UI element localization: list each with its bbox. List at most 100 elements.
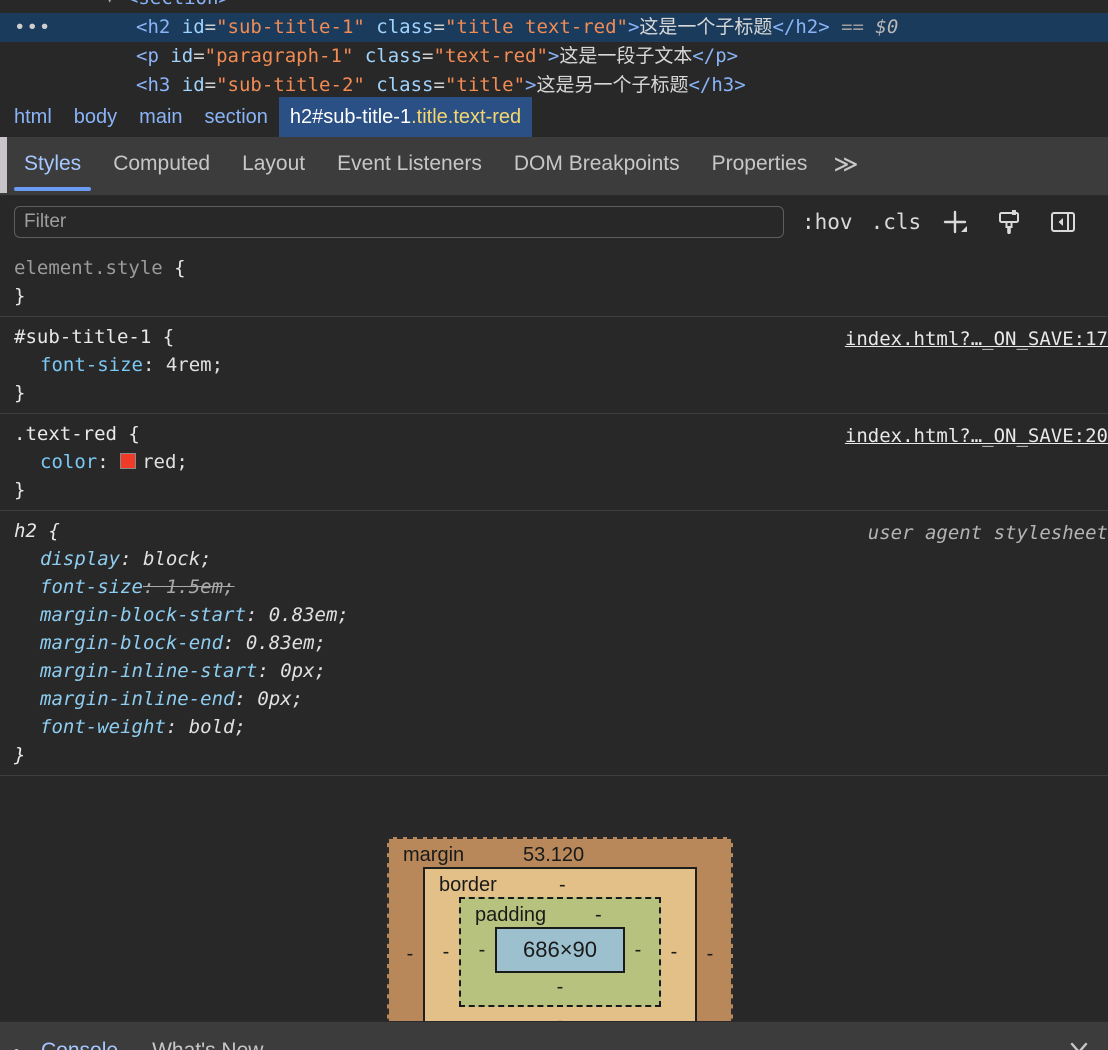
- border-left-value[interactable]: -: [433, 941, 459, 964]
- console-drawer[interactable]: Console What's New: [0, 1021, 1108, 1050]
- hov-button[interactable]: :hov: [802, 210, 853, 234]
- box-model-content[interactable]: 686×90: [495, 927, 625, 973]
- styles-toolbar[interactable]: :hov .cls: [0, 196, 1108, 249]
- breadcrumb-tag: h2: [289, 105, 313, 128]
- style-source-link[interactable]: index.html?…_ON_SAVE:20: [845, 422, 1108, 450]
- breadcrumb-classes: .title.text-red: [411, 105, 522, 128]
- css-property-name[interactable]: font-size: [14, 573, 143, 601]
- css-property-name[interactable]: margin-inline-end: [14, 685, 234, 713]
- box-model-pane: margin 53.120 - border - - padding - - 6…: [0, 803, 1108, 1021]
- box-model-padding[interactable]: padding - - 686×90 - -: [459, 897, 661, 1007]
- dom-node-row[interactable]: <h2 id="sub-title-1" class="title text-r…: [0, 13, 1108, 42]
- dom-node-text: <h2 id="sub-title-1" class="title text-r…: [136, 16, 899, 38]
- tab-dom-breakpoints[interactable]: DOM Breakpoints: [498, 137, 696, 191]
- tab-overflow-chevron-icon[interactable]: ≫: [823, 137, 866, 191]
- breadcrumb-item-body[interactable]: body: [63, 97, 128, 137]
- box-model-border[interactable]: border - - padding - - 686×90 - - - -: [423, 867, 697, 1021]
- css-property-value[interactable]: 4rem;: [166, 354, 223, 376]
- breadcrumb-item-main[interactable]: main: [128, 97, 193, 137]
- tabbar-scroll-strip[interactable]: [0, 137, 7, 193]
- style-rule[interactable]: h2 {display: block; font-size: 1.5em; marg…: [0, 511, 1108, 776]
- paint-brush-icon[interactable]: [989, 202, 1029, 242]
- dom-node-text: <h3 id="sub-title-2" class="title">这是另一个…: [136, 74, 746, 96]
- filter-input[interactable]: [14, 206, 784, 238]
- css-declaration[interactable]: font-weight: bold;: [14, 713, 1108, 741]
- css-declaration[interactable]: color: red;: [14, 448, 1108, 476]
- css-property-name[interactable]: margin-block-start: [14, 601, 246, 629]
- breadcrumb-item-section[interactable]: section: [194, 97, 279, 137]
- css-property-value[interactable]: 1.5em;: [166, 576, 235, 598]
- margin-left-value[interactable]: -: [397, 943, 423, 966]
- padding-right-value[interactable]: -: [625, 939, 651, 962]
- breadcrumb-item-html[interactable]: html: [0, 97, 63, 137]
- css-property-value[interactable]: 0px;: [257, 688, 303, 710]
- border-top-value[interactable]: -: [559, 874, 566, 897]
- css-declaration[interactable]: margin-block-end: 0.83em;: [14, 629, 1108, 657]
- toggle-sidebar-icon[interactable]: [1043, 202, 1083, 242]
- style-rule-close-brace: }: [14, 744, 26, 766]
- breadcrumb-id: #sub-title-1: [312, 105, 412, 128]
- breadcrumb-item-active[interactable]: h2 #sub-title-1 .title.text-red: [278, 97, 533, 137]
- css-property-name[interactable]: font-size: [14, 351, 143, 379]
- css-property-value[interactable]: 0.83em;: [269, 604, 349, 626]
- css-property-name[interactable]: margin-inline-start: [14, 657, 257, 685]
- style-rule-close-brace: }: [14, 479, 26, 501]
- tab-layout[interactable]: Layout: [226, 137, 321, 191]
- margin-right-value[interactable]: -: [697, 943, 723, 966]
- tab-computed[interactable]: Computed: [97, 137, 226, 191]
- css-property-value[interactable]: 0.83em;: [246, 632, 326, 654]
- drawer-tab-whats-new[interactable]: What's New: [152, 1039, 263, 1050]
- border-bottom-value[interactable]: -: [433, 1007, 687, 1021]
- drawer-tab-console[interactable]: Console: [41, 1039, 118, 1050]
- sidebar-pane-tabbar[interactable]: Styles Computed Layout Event Listeners DOM B…: [0, 137, 1108, 196]
- tab-properties[interactable]: Properties: [696, 137, 824, 191]
- padding-bottom-value[interactable]: -: [469, 973, 651, 1005]
- breadcrumb[interactable]: html body main section h2 #sub-title-1 .title.…: [0, 97, 1108, 137]
- content-size-value: 686×90: [522, 937, 598, 962]
- style-rule[interactable]: .text-red {color: red;} index.html?…_ON_S…: [0, 414, 1108, 511]
- box-model-diagram[interactable]: margin 53.120 - border - - padding - - 6…: [387, 837, 733, 1021]
- css-property-value[interactable]: red;: [142, 451, 188, 473]
- css-property-value[interactable]: bold;: [189, 716, 246, 738]
- margin-top-value[interactable]: 53.120: [523, 844, 584, 867]
- css-property-name[interactable]: margin-block-end: [14, 629, 223, 657]
- devtools-window: ▾ <section> <h2 id="sub-title-1" class="t…: [0, 0, 1108, 1050]
- style-rule[interactable]: #sub-title-1 {font-size: 4rem;} index.htm…: [0, 317, 1108, 414]
- css-declaration[interactable]: font-size: 4rem;: [14, 351, 1108, 379]
- dom-node-row[interactable]: <p id="paragraph-1" class="text-red">这是一…: [0, 42, 1108, 71]
- styles-rule-list[interactable]: element.style {} #sub-title-1 {font-size:…: [0, 248, 1108, 803]
- box-model-margin[interactable]: margin 53.120 - border - - padding - - 6…: [387, 837, 733, 1021]
- close-icon[interactable]: [1066, 1036, 1092, 1050]
- css-declaration[interactable]: margin-inline-start: 0px;: [14, 657, 1108, 685]
- css-declaration[interactable]: display: block;: [14, 545, 1108, 573]
- dom-tree[interactable]: ▾ <section> <h2 id="sub-title-1" class="t…: [0, 0, 1108, 97]
- expand-ellipsis-badge[interactable]: •••: [14, 18, 51, 37]
- dom-node-text: ▾ <section>: [0, 0, 1108, 13]
- css-property-value[interactable]: block;: [143, 548, 212, 570]
- css-declaration[interactable]: margin-block-start: 0.83em;: [14, 601, 1108, 629]
- style-source-link[interactable]: index.html?…_ON_SAVE:17: [845, 325, 1108, 353]
- css-property-name[interactable]: display: [14, 545, 120, 573]
- tab-styles[interactable]: Styles: [8, 137, 97, 191]
- margin-name: margin: [403, 844, 465, 866]
- plus-icon[interactable]: [935, 202, 975, 242]
- box-model-margin-label: margin 53.120: [397, 839, 723, 867]
- css-declaration[interactable]: font-size: 1.5em;: [14, 573, 1108, 601]
- color-swatch[interactable]: [120, 453, 137, 469]
- dom-node-row[interactable]: <h3 id="sub-title-2" class="title">这是另一个…: [0, 71, 1108, 97]
- style-rule[interactable]: element.style {}: [0, 248, 1108, 317]
- border-name: border: [439, 874, 497, 896]
- dom-node-row[interactable]: ▾ <section>: [0, 0, 1108, 13]
- css-declaration[interactable]: margin-inline-end: 0px;: [14, 685, 1108, 713]
- tab-event-listeners[interactable]: Event Listeners: [321, 137, 498, 191]
- box-model-border-label: border -: [433, 869, 687, 897]
- css-property-name[interactable]: font-weight: [14, 713, 166, 741]
- cls-button[interactable]: .cls: [871, 210, 922, 234]
- padding-name: padding: [475, 904, 547, 926]
- padding-top-value[interactable]: -: [595, 904, 602, 927]
- style-rule-selector[interactable]: element.style {: [14, 254, 1108, 282]
- css-property-value[interactable]: 0px;: [280, 660, 326, 682]
- border-right-value[interactable]: -: [661, 941, 687, 964]
- padding-left-value[interactable]: -: [469, 939, 495, 962]
- css-property-name[interactable]: color: [14, 448, 97, 476]
